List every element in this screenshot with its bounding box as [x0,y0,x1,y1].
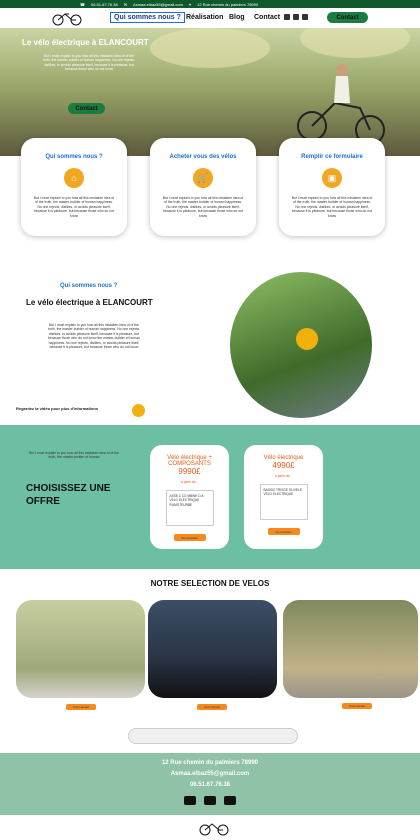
linkedin-icon[interactable] [284,14,290,20]
offer-card-title: Vélo électrique + COMPOSANTS [167,455,212,467]
selection-title: NOTRE SELECTION DE VELOS [150,579,270,588]
bike-logo-icon[interactable] [50,10,86,26]
search-input[interactable] [128,728,298,744]
nav-blog[interactable]: Blog [229,14,245,21]
bike-image-3[interactable] [283,600,418,698]
hero-contact-button[interactable]: Contact [68,103,105,114]
order-button[interactable]: Commander [342,703,372,709]
order-button[interactable]: Commander [197,704,227,710]
footer-phone: 06.51.67.76.38 [189,782,231,788]
mail-icon: ✉ [123,1,128,7]
twitter-icon[interactable] [204,796,216,805]
phone-icon: ☎ [80,1,85,7]
home-icon: ⌂ [64,168,84,188]
offer-price: 9990£ [178,467,201,476]
nav-contact[interactable]: Contact [254,14,280,21]
offer-title: CHOISISSEZ UNE OFFRE [26,483,111,507]
card-text: But I must explain to you how all this m… [162,196,244,218]
card-title: Acheter vous des vélos [169,154,237,160]
hero-banner: Le vélo électrique à ELANCOURT But I mus… [0,28,420,156]
order-button[interactable]: Commander [173,534,206,541]
offer-desc: ASSE Z CO MBINE D A VELO ELECTRIQUE RUMO… [165,490,214,526]
facebook-icon[interactable] [302,14,308,20]
footer-address: 12 Rue chemin du palmiers 78990 [161,760,259,766]
youtube-icon[interactable] [224,796,236,805]
video-link[interactable]: Regardez la vidéo pour plus d'informatio… [16,406,98,411]
footer-email[interactable]: Asmaa.elbaz55@gmail.com [0,769,420,780]
card-title: Qui sommes nous ? [45,154,103,160]
topbar-email[interactable]: Asmaa.elbaz55@gmail.com [133,2,183,7]
video-thumbnail[interactable] [230,272,372,418]
play-icon[interactable] [132,404,145,417]
footer: 12 Rue chemin du palmiers 78990 Asmaa.el… [0,753,420,815]
cart-icon: 🛒 [193,168,213,188]
topbar-address: 12 Rue chemin du palmiers 78990 [197,1,259,7]
contact-button[interactable]: Contact [327,12,368,23]
offer-desc: BASSIC TRISGE OLIVELE VELO ELECTRIQUE [259,484,308,520]
form-icon: ▣ [322,168,342,188]
card-acheter-velos[interactable]: Acheter vous des vélos 🛒 But I must expl… [150,138,256,236]
pin-icon: ⌖ [188,1,192,7]
offer-section: But I must explain to you how all this m… [0,425,420,569]
offer-price: 4990£ [272,461,295,470]
card-qui-sommes-nous[interactable]: Qui sommes nous ? ⌂ But I must explain t… [21,138,127,236]
about-text: But I must explain to you how all this m… [47,323,141,350]
bike-image-2[interactable] [148,600,277,698]
topbar: ☎ 06.51.67.76.38 ✉ Asmaa.elbaz55@gmail.com… [0,0,420,8]
play-video-icon[interactable] [296,328,318,350]
card-text: But I must explain to you how all this m… [291,196,373,218]
offer-from: A partir de... [180,480,199,484]
offer-card-velo[interactable]: Vélo électrique 4990£ A partir de... BAS… [244,445,323,549]
offer-card-composants[interactable]: Vélo électrique + COMPOSANTS 9990£ A par… [150,445,229,549]
bike-logo-icon[interactable] [197,820,233,836]
cyclist-image [297,64,385,145]
about-label: Qui sommes nous ? [60,283,118,289]
hero-title: Le vélo électrique à ELANCOURT [22,38,149,47]
instagram-icon[interactable] [293,14,299,20]
order-button[interactable]: Commander [267,528,300,535]
order-button[interactable]: Commander [66,704,96,710]
nav-qui-sommes-nous[interactable]: Qui sommes nous ? [110,12,185,23]
hero-text: But I must explain to you how all this m… [42,54,136,72]
card-text: But I must explain to you how all this m… [33,196,115,218]
card-title: Remplir ce formulaire [301,154,363,160]
facebook-icon[interactable] [184,796,196,805]
offer-text: But I must explain to you how all this m… [29,451,119,460]
bike-image-1[interactable] [16,600,145,698]
about-title: Le vélo électrique à ELANCOURT [26,298,153,307]
topbar-phone: 06.51.67.76.38 [90,1,118,7]
card-formulaire[interactable]: Remplir ce formulaire ▣ But I must expla… [279,138,385,236]
nav-realisation[interactable]: Réalisation [186,14,223,21]
offer-from: A partir de... [274,474,293,478]
